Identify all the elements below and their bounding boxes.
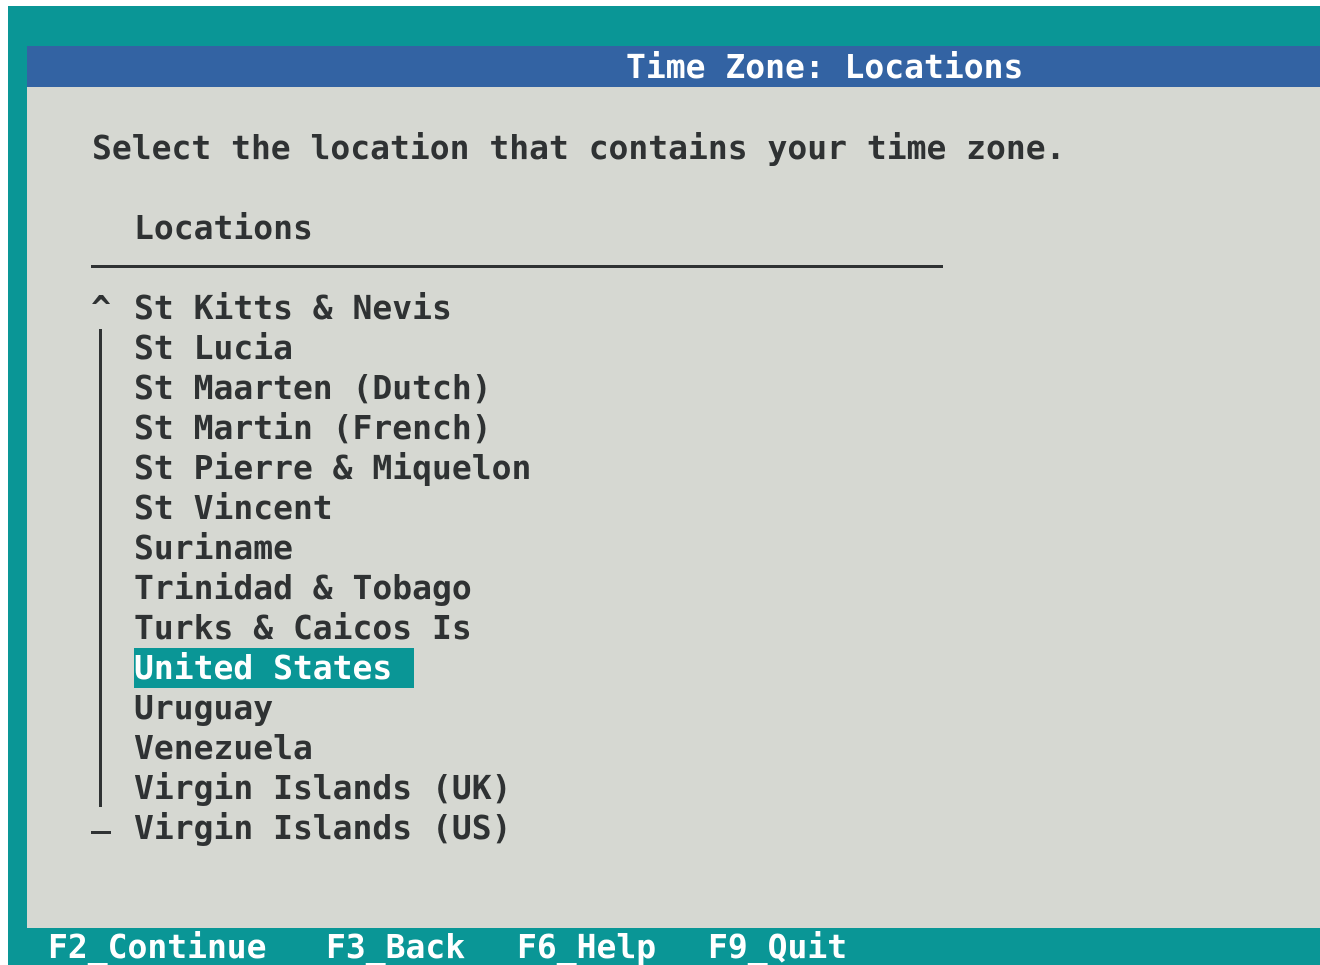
- list-item-label: Trinidad & Tobago: [134, 568, 472, 607]
- list-item-label: Virgin Islands (US): [134, 808, 512, 847]
- installer-screen: Time Zone: Locations Select the location…: [8, 6, 1320, 965]
- list-item[interactable]: Venezuela: [134, 728, 934, 768]
- quit-key[interactable]: F9_Quit: [708, 928, 847, 965]
- dialog-titlebar: Time Zone: Locations: [27, 46, 1320, 87]
- list-item[interactable]: St Vincent: [134, 488, 934, 528]
- list-item-label: Uruguay: [134, 688, 274, 727]
- list-item-label: St Kitts & Nevis: [134, 288, 452, 327]
- list-item[interactable]: St Martin (French): [134, 408, 934, 448]
- scrollbar-track[interactable]: [99, 329, 102, 807]
- back-key[interactable]: F3_Back: [326, 928, 465, 965]
- list-item-label: United States: [134, 648, 415, 688]
- list-item-selected[interactable]: United States: [134, 648, 934, 688]
- header-divider: [91, 265, 943, 268]
- list-item[interactable]: Virgin Islands (UK): [134, 768, 934, 808]
- function-key-bar: F2_Continue F3_Back F6_Help F9_Quit: [8, 928, 1320, 965]
- list-item-label: Suriname: [134, 528, 293, 567]
- location-list[interactable]: St Kitts & Nevis St Lucia St Maarten (Dutc…: [134, 288, 934, 848]
- list-item[interactable]: St Maarten (Dutch): [134, 368, 934, 408]
- continue-key[interactable]: F2_Continue: [48, 928, 267, 965]
- list-item-label: St Martin (French): [134, 408, 492, 447]
- list-item[interactable]: Uruguay: [134, 688, 934, 728]
- list-item[interactable]: Trinidad & Tobago: [134, 568, 934, 608]
- help-key[interactable]: F6_Help: [517, 928, 656, 965]
- list-item[interactable]: St Kitts & Nevis: [134, 288, 934, 328]
- list-item-label: Turks & Caicos Is: [134, 608, 472, 647]
- list-item[interactable]: Turks & Caicos Is: [134, 608, 934, 648]
- prompt-text: Select the location that contains your t…: [92, 128, 1066, 167]
- list-item-label: Venezuela: [134, 728, 313, 767]
- scroll-up-indicator[interactable]: ^: [91, 288, 111, 328]
- list-item-label: St Lucia: [134, 328, 293, 367]
- list-item[interactable]: Suriname: [134, 528, 934, 568]
- list-item-label: Virgin Islands (UK): [134, 768, 512, 807]
- list-item-label: St Maarten (Dutch): [134, 368, 492, 407]
- list-item-label: St Vincent: [134, 488, 333, 527]
- list-header: Locations: [134, 208, 313, 247]
- list-item[interactable]: Virgin Islands (US): [134, 808, 934, 848]
- scrollbar-thumb[interactable]: [91, 831, 111, 834]
- list-item[interactable]: St Pierre & Miquelon: [134, 448, 934, 488]
- list-item[interactable]: St Lucia: [134, 328, 934, 368]
- dialog-title: Time Zone: Locations: [626, 47, 1024, 86]
- timezone-dialog: Time Zone: Locations Select the location…: [27, 46, 1320, 928]
- list-item-label: St Pierre & Miquelon: [134, 448, 532, 487]
